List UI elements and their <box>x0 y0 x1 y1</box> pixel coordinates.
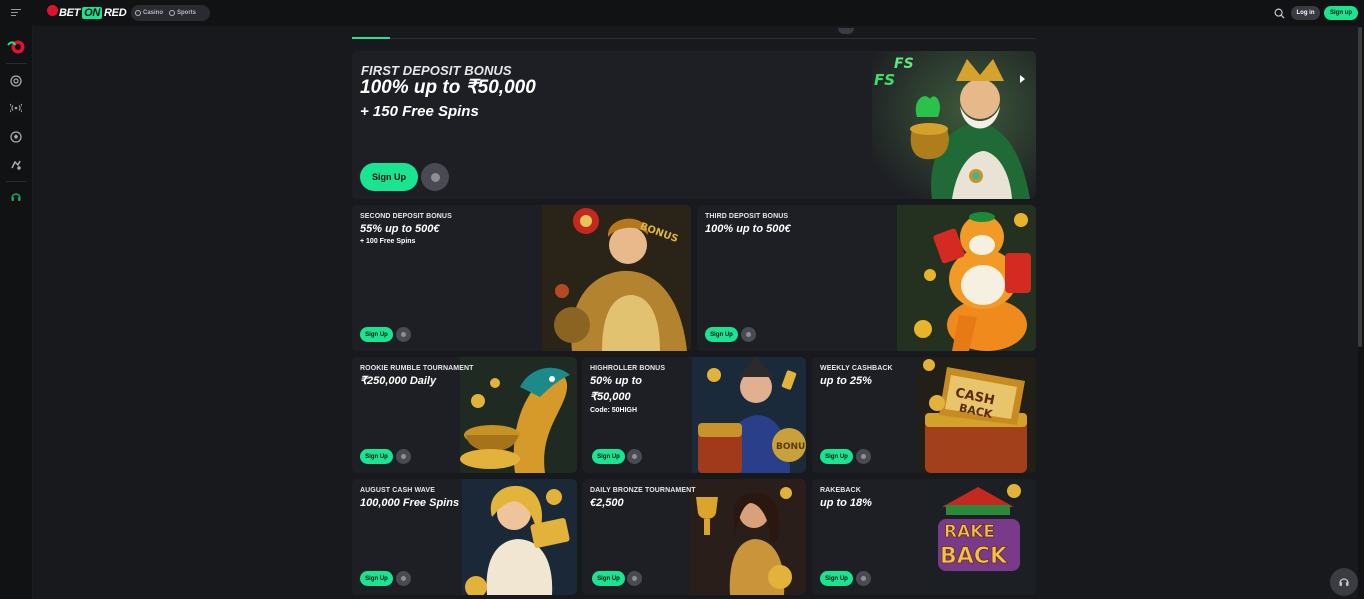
bonus-text: BONUS <box>776 442 806 452</box>
sidebar-divider <box>6 181 27 182</box>
knight-illustration: BONUS <box>542 205 691 351</box>
info-button[interactable] <box>396 327 411 342</box>
sports-icon <box>169 10 176 16</box>
info-button[interactable] <box>627 449 642 464</box>
support-icon[interactable] <box>10 191 22 203</box>
logo[interactable]: BET ON RED <box>47 4 127 21</box>
roulette-icon[interactable] <box>7 39 26 55</box>
promo-title: HIGHROLLER BONUS <box>590 365 666 372</box>
scrollbar[interactable] <box>1358 27 1362 347</box>
promo-headline: 50% up to <box>590 375 642 387</box>
promo-title: WEEKLY CASHBACK <box>820 365 893 372</box>
promo-title: ROOKIE RUMBLE TOURNAMENT <box>360 365 474 372</box>
signup-button[interactable]: Sign Up <box>360 449 393 464</box>
live-broadcast-icon[interactable] <box>10 102 22 114</box>
signup-button[interactable]: Sign Up <box>360 163 418 191</box>
back-text: BACK <box>940 544 1008 569</box>
promo-card-highroller[interactable]: BONUS HIGHROLLER BONUS 50% up to ₹50,000… <box>582 357 806 473</box>
menu-icon[interactable] <box>11 9 21 17</box>
casino-icon <box>135 10 141 16</box>
signup-button[interactable]: Sign Up <box>820 571 853 586</box>
fs-text: FS <box>894 56 914 72</box>
sports-tab[interactable]: Sports <box>169 10 196 16</box>
promo-title: DAILY BRONZE TOURNAMENT <box>590 487 696 494</box>
promo-headline: up to 25% <box>820 375 872 387</box>
trophy-woman-illustration <box>690 479 806 595</box>
tabs-underline <box>352 38 1036 39</box>
promo-card-daily-bronze[interactable]: DAILY BRONZE TOURNAMENT €2,500 Sign Up <box>582 479 806 595</box>
signup-button[interactable]: Sign up <box>1324 6 1358 20</box>
search-icon[interactable] <box>1274 8 1285 19</box>
promo-headline: up to 18% <box>820 497 872 509</box>
info-button[interactable] <box>396 571 411 586</box>
tiger-illustration <box>897 205 1036 351</box>
football-icon[interactable] <box>10 131 22 143</box>
promo-subline: + 150 Free Spins <box>360 103 479 120</box>
promo-code: Code: 50HIGH <box>590 407 638 414</box>
promo-card-third-deposit[interactable]: THIRD DEPOSIT BONUS 100% up to 500€ Sign… <box>697 205 1036 351</box>
chip-icon <box>47 4 58 16</box>
promo-card-second-deposit[interactable]: BONUS SECOND DEPOSIT BONUS 55% up to 500… <box>352 205 691 351</box>
promo-title: SECOND DEPOSIT BONUS <box>360 213 452 220</box>
signup-button[interactable]: Sign Up <box>820 449 853 464</box>
rakeback-logo-illustration: RAKE BACK <box>922 479 1036 595</box>
goddess-illustration <box>462 479 577 595</box>
sidebar-divider <box>6 63 27 64</box>
promo-card-first-deposit[interactable]: FS FS FIRST DEPOSIT BONUS 100% up to ₹50… <box>352 51 1036 199</box>
promo-title: AUGUST CASH WAVE <box>360 487 435 494</box>
casino-chip-icon[interactable] <box>10 75 22 87</box>
info-button[interactable] <box>856 449 871 464</box>
promo-subline: + 100 Free Spins <box>360 238 416 245</box>
sports-icon[interactable] <box>10 159 22 171</box>
support-chat-button[interactable] <box>1330 568 1358 596</box>
king-illustration: BONUS <box>692 357 806 473</box>
promo-headline: 55% up to 500€ <box>360 223 440 235</box>
promo-title: RAKEBACK <box>820 487 861 494</box>
sidebar <box>0 26 33 599</box>
promo-headline: 100% up to ₹50,000 <box>360 77 536 98</box>
promo-title: THIRD DEPOSIT BONUS <box>705 213 789 220</box>
info-button[interactable] <box>856 571 871 586</box>
signup-button[interactable]: Sign Up <box>360 571 393 586</box>
signup-button[interactable]: Sign Up <box>592 571 625 586</box>
casino-sports-switch[interactable]: Casino Sports <box>131 5 210 21</box>
signup-button[interactable]: Sign Up <box>360 327 393 342</box>
top-bar: BET ON RED Casino Sports Log in Sign up <box>0 0 1364 26</box>
fs-text: FS <box>874 71 895 89</box>
promo-headline-2: ₹50,000 <box>590 391 631 403</box>
headset-icon <box>1339 578 1349 586</box>
promo-card-weekly-cashback[interactable]: CASH BACK WEEKLY CASHBACK up to 25% Sign… <box>812 357 1036 473</box>
rake-text: RAKE <box>944 522 995 542</box>
info-button[interactable] <box>741 327 756 342</box>
active-tab-indicator <box>352 37 390 39</box>
info-button[interactable] <box>627 571 642 586</box>
wizard-illustration: FS FS <box>872 51 1036 199</box>
info-button[interactable] <box>421 163 449 191</box>
promo-card-august-cash-wave[interactable]: AUGUST CASH WAVE 100,000 Free Spins Sign… <box>352 479 577 595</box>
promo-headline: 100% up to 500€ <box>705 223 791 235</box>
cashback-chest-illustration: CASH BACK <box>917 357 1036 473</box>
promo-card-rakeback[interactable]: RAKE BACK RAKEBACK up to 18% Sign Up <box>812 479 1036 595</box>
casino-tab[interactable]: Casino <box>135 10 163 16</box>
signup-button[interactable]: Sign Up <box>592 449 625 464</box>
dragon-illustration <box>460 357 577 473</box>
promo-card-rookie-rumble[interactable]: ROOKIE RUMBLE TOURNAMENT ₹250,000 Daily … <box>352 357 577 473</box>
promo-headline: €2,500 <box>590 497 624 509</box>
promo-headline: ₹250,000 Daily <box>360 375 437 387</box>
signup-button[interactable]: Sign Up <box>705 327 738 342</box>
login-button[interactable]: Log in <box>1291 6 1320 20</box>
info-button[interactable] <box>396 449 411 464</box>
promo-headline: 100,000 Free Spins <box>360 497 460 509</box>
